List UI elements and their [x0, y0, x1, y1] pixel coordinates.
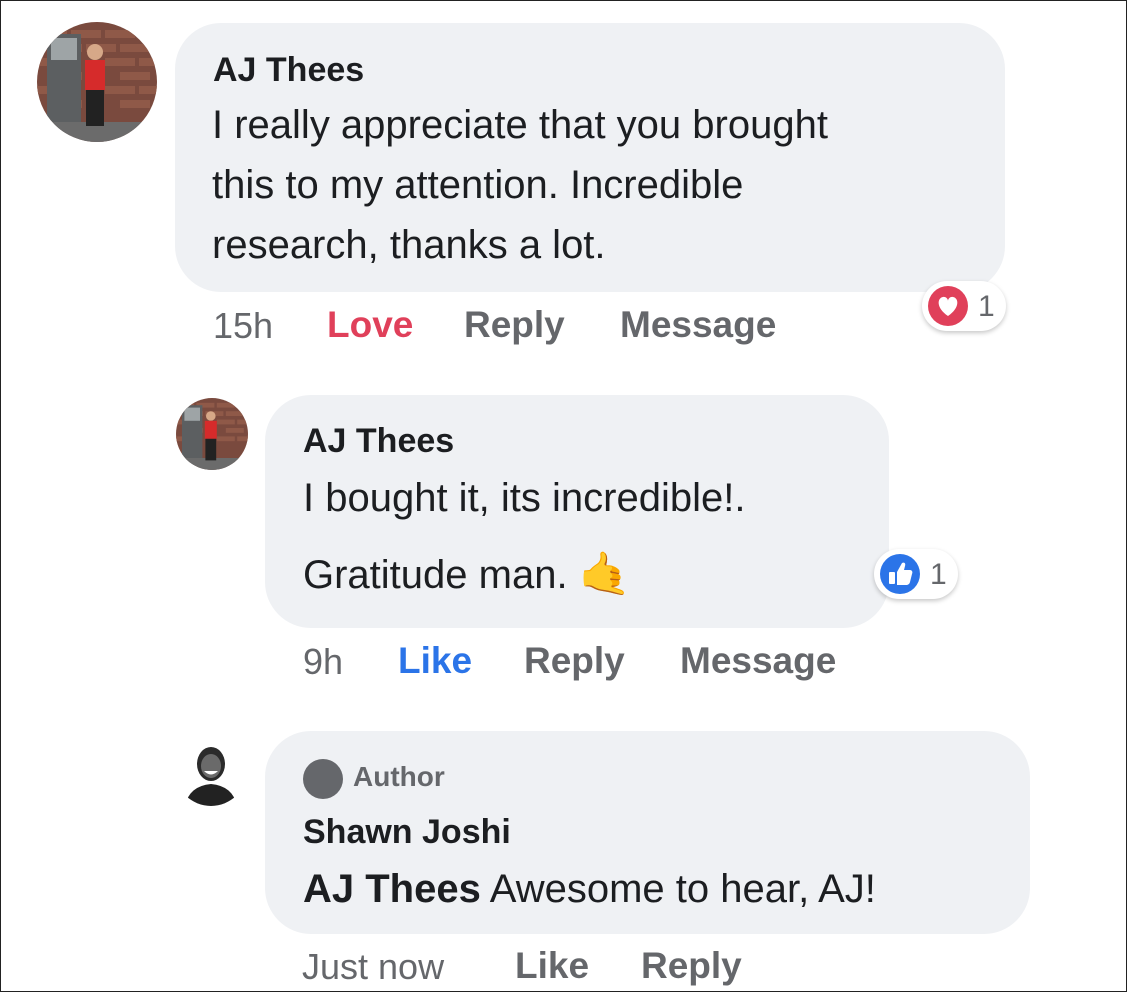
like-icon	[880, 554, 920, 594]
love-icon	[928, 286, 968, 326]
reaction-count: 1	[978, 290, 995, 323]
comment-bubble: AJ Thees I bought it, its incredible!. G…	[265, 395, 889, 628]
avatar-photo	[176, 398, 248, 470]
comment-bubble: AJ Thees I really appreciate that you br…	[175, 23, 1005, 292]
call-me-hand-emoji: 🤙	[578, 550, 631, 597]
avatar[interactable]	[176, 398, 248, 470]
love-button[interactable]: Love	[327, 304, 413, 346]
comment-text-line: I bought it, its incredible!.	[303, 476, 746, 520]
comment-text-line: research, thanks a lot.	[212, 223, 606, 267]
author-badge-icon	[303, 759, 343, 799]
comment-author[interactable]: Shawn Joshi	[303, 813, 511, 852]
comment-timestamp[interactable]: 9h	[303, 641, 343, 683]
mention-link[interactable]: AJ Thees	[303, 867, 481, 911]
comment-text-part: Gratitude man.	[303, 553, 568, 597]
message-button[interactable]: Message	[620, 304, 776, 346]
avatar-photo	[37, 22, 157, 142]
like-button[interactable]: Like	[398, 640, 472, 682]
comment-bubble: Author Shawn Joshi AJ Thees Awesome to h…	[265, 731, 1030, 934]
comment-author[interactable]: AJ Thees	[303, 422, 454, 461]
avatar[interactable]	[37, 22, 157, 142]
comment-timestamp[interactable]: 15h	[213, 305, 273, 347]
comment-author[interactable]: AJ Thees	[213, 51, 364, 90]
reaction-summary[interactable]: 1	[874, 549, 958, 599]
comment-text-line: Gratitude man. 🤙	[303, 544, 631, 605]
like-button[interactable]: Like	[515, 945, 589, 987]
reply-button[interactable]: Reply	[641, 945, 742, 987]
reaction-count: 1	[930, 558, 947, 591]
reaction-summary[interactable]: 1	[922, 281, 1006, 331]
message-button[interactable]: Message	[680, 640, 836, 682]
comment-text-line: I really appreciate that you brought	[212, 103, 828, 147]
reply-button[interactable]: Reply	[464, 304, 565, 346]
author-badge-label: Author	[353, 761, 445, 792]
comment-text-line: this to my attention. Incredible	[212, 163, 744, 207]
comment-timestamp[interactable]: Just now	[302, 946, 444, 988]
avatar[interactable]	[175, 734, 247, 806]
avatar-photo	[175, 734, 247, 806]
comment-text: I really appreciate that you brought thi…	[212, 95, 828, 275]
comment-text-part: Awesome to hear, AJ!	[480, 867, 876, 911]
reply-button[interactable]: Reply	[524, 640, 625, 682]
comment-text: AJ Thees Awesome to hear, AJ!	[303, 859, 876, 919]
